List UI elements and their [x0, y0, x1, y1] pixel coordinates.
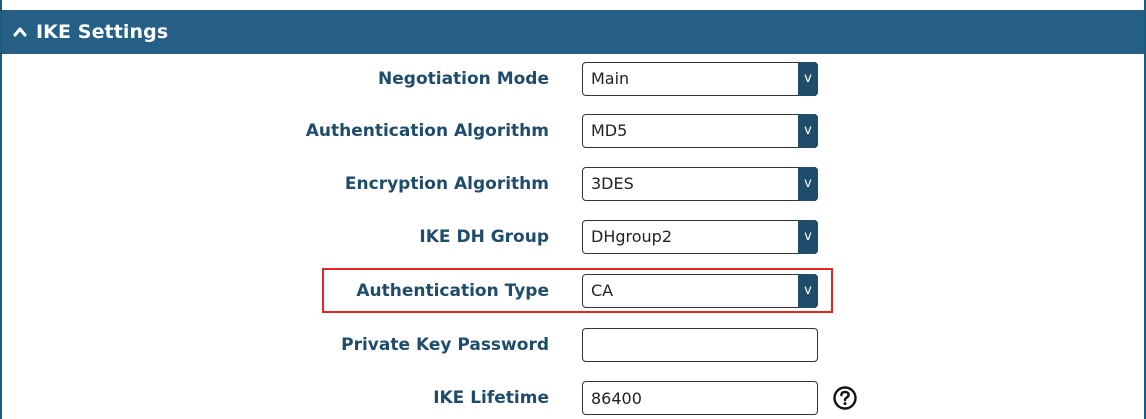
chevron-down-icon[interactable]: v	[798, 62, 818, 96]
chevron-down-icon[interactable]: v	[798, 274, 818, 308]
authentication-type-value: CA	[591, 281, 614, 300]
ike-lifetime-row: IKE Lifetime	[2, 378, 1144, 418]
encryption-algorithm-label: Encryption Algorithm	[344, 174, 549, 194]
private-key-password-input[interactable]	[582, 328, 818, 362]
authentication-type-row: Authentication Type CA v	[2, 271, 1144, 311]
ike-lifetime-input[interactable]	[582, 381, 818, 415]
encryption-algorithm-value: 3DES	[591, 174, 634, 193]
negotiation-mode-value: Main	[591, 69, 630, 88]
chevron-up-icon[interactable]	[12, 24, 28, 40]
chevron-down-icon[interactable]: v	[798, 220, 818, 254]
authentication-algorithm-value: MD5	[591, 121, 628, 140]
section-title: IKE Settings	[36, 21, 169, 43]
ike-dh-group-value: DHgroup2	[591, 227, 672, 246]
authentication-type-select[interactable]: CA v	[582, 274, 818, 308]
ike-settings-panel: IKE Settings Negotiation Mode Main v Aut…	[0, 0, 1146, 419]
authentication-algorithm-row: Authentication Algorithm MD5 v	[2, 111, 1144, 151]
ike-settings-header[interactable]: IKE Settings	[2, 10, 1144, 54]
chevron-down-icon[interactable]: v	[798, 114, 818, 148]
encryption-algorithm-row: Encryption Algorithm 3DES v	[2, 164, 1144, 204]
authentication-algorithm-select[interactable]: MD5 v	[582, 114, 818, 148]
authentication-type-label: Authentication Type	[356, 281, 549, 301]
private-key-password-row: Private Key Password	[2, 325, 1144, 365]
private-key-password-label: Private Key Password	[341, 335, 549, 355]
ike-dh-group-row: IKE DH Group DHgroup2 v	[2, 217, 1144, 257]
ike-dh-group-label: IKE DH Group	[419, 227, 549, 247]
authentication-algorithm-label: Authentication Algorithm	[305, 121, 549, 141]
help-circle-icon[interactable]	[832, 385, 858, 411]
ike-dh-group-select[interactable]: DHgroup2 v	[582, 220, 818, 254]
negotiation-mode-select[interactable]: Main v	[582, 62, 818, 96]
encryption-algorithm-select[interactable]: 3DES v	[582, 167, 818, 201]
ike-lifetime-label: IKE Lifetime	[433, 388, 549, 408]
negotiation-mode-row: Negotiation Mode Main v	[2, 59, 1144, 99]
chevron-down-icon[interactable]: v	[798, 167, 818, 201]
negotiation-mode-label: Negotiation Mode	[378, 69, 549, 89]
